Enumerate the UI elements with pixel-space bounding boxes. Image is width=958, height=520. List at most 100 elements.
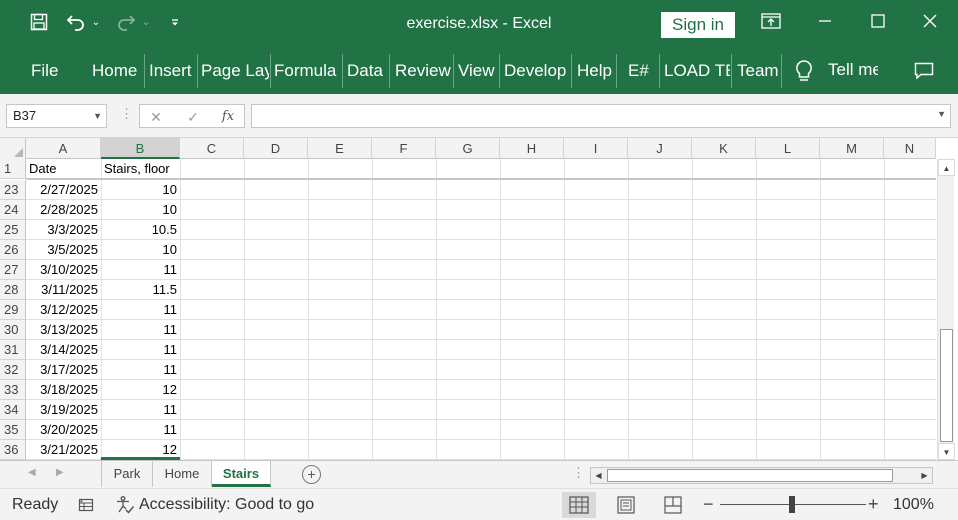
zoom-in-button[interactable]: + xyxy=(868,494,879,515)
lightbulb-icon[interactable] xyxy=(793,58,815,84)
close-icon[interactable] xyxy=(910,8,950,34)
tab-data[interactable]: Data xyxy=(347,60,387,82)
cell-a30[interactable]: 3/13/2025 xyxy=(26,320,101,340)
cell-b31[interactable]: 11 xyxy=(101,340,180,360)
cell-b28[interactable]: 11.5 xyxy=(101,280,180,300)
cell-b27[interactable]: 11 xyxy=(101,260,180,280)
row-header-28[interactable]: 28 xyxy=(0,280,26,300)
horizontal-scrollbar[interactable]: ◀ ▶ xyxy=(590,467,933,484)
tab-page-layout[interactable]: Page Lay xyxy=(201,60,269,82)
row-header-29[interactable]: 29 xyxy=(0,300,26,320)
column-header-k[interactable]: K xyxy=(692,138,756,159)
tab-review[interactable]: Review xyxy=(395,60,451,82)
cell-a27[interactable]: 3/10/2025 xyxy=(26,260,101,280)
vertical-scrollbar[interactable]: ▲ ▼ xyxy=(937,159,955,460)
accessibility-check-icon[interactable] xyxy=(114,494,136,516)
tab-team[interactable]: Team xyxy=(737,60,779,82)
cell-b35[interactable]: 11 xyxy=(101,420,180,440)
tab-view[interactable]: View xyxy=(458,60,498,82)
page-layout-view-icon[interactable] xyxy=(609,492,643,518)
accessibility-status[interactable]: Accessibility: Good to go xyxy=(139,496,314,514)
cell-b33[interactable]: 12 xyxy=(101,380,180,400)
name-box[interactable]: B37 ▼ xyxy=(6,104,107,128)
column-header-a[interactable]: A xyxy=(26,138,101,159)
cell-b26[interactable]: 10 xyxy=(101,240,180,260)
tab-home[interactable]: Home xyxy=(92,60,142,82)
cell-a25[interactable]: 3/3/2025 xyxy=(26,220,101,240)
row-header-27[interactable]: 27 xyxy=(0,260,26,280)
column-header-l[interactable]: L xyxy=(756,138,820,159)
row-header-24[interactable]: 24 xyxy=(0,200,26,220)
expand-formula-bar-icon[interactable]: ▼ xyxy=(937,109,946,119)
vertical-scroll-thumb[interactable] xyxy=(940,329,953,442)
row-header-1[interactable]: 1 xyxy=(0,159,26,179)
worksheet-grid[interactable]: A B C D E F G H I J K L M N 1 Date Stair… xyxy=(0,138,958,460)
column-header-m[interactable]: M xyxy=(820,138,884,159)
cell-a31[interactable]: 3/14/2025 xyxy=(26,340,101,360)
sheet-tab-stairs[interactable]: Stairs xyxy=(212,461,271,487)
column-header-i[interactable]: I xyxy=(564,138,628,159)
scroll-left-icon[interactable]: ◀ xyxy=(591,468,606,483)
maximize-icon[interactable] xyxy=(858,8,898,34)
ribbon-display-options-icon[interactable] xyxy=(751,8,791,34)
tab-help[interactable]: Help xyxy=(577,60,615,82)
cell-a24[interactable]: 2/28/2025 xyxy=(26,200,101,220)
tab-splitter-icon[interactable]: ⋮ xyxy=(572,465,585,481)
sheet-tab-park[interactable]: Park xyxy=(101,461,153,487)
cell-b29[interactable]: 11 xyxy=(101,300,180,320)
tab-load-test[interactable]: LOAD TE xyxy=(664,60,730,82)
cell-a32[interactable]: 3/17/2025 xyxy=(26,360,101,380)
cell-a36[interactable]: 3/21/2025 xyxy=(26,440,101,460)
next-sheet-icon[interactable]: ▶ xyxy=(56,467,64,478)
cell-a34[interactable]: 3/19/2025 xyxy=(26,400,101,420)
cell-a23[interactable]: 2/27/2025 xyxy=(26,180,101,200)
column-header-f[interactable]: F xyxy=(372,138,436,159)
page-break-preview-icon[interactable] xyxy=(656,492,690,518)
zoom-level[interactable]: 100% xyxy=(893,496,934,514)
formula-input[interactable]: ▼ xyxy=(251,104,951,128)
cell-b23[interactable]: 10 xyxy=(101,180,180,200)
column-header-n[interactable]: N xyxy=(884,138,936,159)
scroll-right-icon[interactable]: ▶ xyxy=(917,468,932,483)
row-header-31[interactable]: 31 xyxy=(0,340,26,360)
cell-b1[interactable]: Stairs, floor xyxy=(101,159,180,179)
zoom-out-button[interactable]: − xyxy=(703,494,714,515)
cell-a26[interactable]: 3/5/2025 xyxy=(26,240,101,260)
cell-a1[interactable]: Date xyxy=(26,159,101,179)
tab-insert[interactable]: Insert xyxy=(149,60,197,82)
minimize-icon[interactable] xyxy=(805,8,845,34)
cancel-edit-button[interactable]: ✕ xyxy=(144,107,168,127)
column-header-j[interactable]: J xyxy=(628,138,692,159)
row-header-36[interactable]: 36 xyxy=(0,440,26,460)
tab-file[interactable]: File xyxy=(31,60,71,82)
column-header-h[interactable]: H xyxy=(500,138,564,159)
tell-me-search[interactable]: Tell me xyxy=(828,59,878,81)
column-header-b[interactable]: B xyxy=(101,138,180,159)
scroll-down-icon[interactable]: ▼ xyxy=(938,443,955,460)
horizontal-scroll-thumb[interactable] xyxy=(607,469,893,482)
macro-recording-icon[interactable] xyxy=(76,495,96,515)
sign-in-button[interactable]: Sign in xyxy=(661,12,735,38)
row-header-32[interactable]: 32 xyxy=(0,360,26,380)
row-header-33[interactable]: 33 xyxy=(0,380,26,400)
column-header-d[interactable]: D xyxy=(244,138,308,159)
normal-view-icon[interactable] xyxy=(562,492,596,518)
comments-icon[interactable] xyxy=(912,59,936,83)
cell-a35[interactable]: 3/20/2025 xyxy=(26,420,101,440)
confirm-edit-button[interactable]: ✓ xyxy=(181,107,205,127)
column-header-e[interactable]: E xyxy=(308,138,372,159)
tab-e-sharp[interactable]: E# xyxy=(628,60,654,82)
select-all-button[interactable] xyxy=(0,138,26,159)
name-box-dropdown-icon[interactable]: ▼ xyxy=(93,105,102,127)
cell-b32[interactable]: 11 xyxy=(101,360,180,380)
cell-b25[interactable]: 10.5 xyxy=(101,220,180,240)
scroll-up-icon[interactable]: ▲ xyxy=(938,159,955,176)
insert-function-button[interactable]: fx xyxy=(216,107,240,127)
cell-a28[interactable]: 3/11/2025 xyxy=(26,280,101,300)
sheet-tab-home[interactable]: Home xyxy=(153,461,212,487)
cell-a33[interactable]: 3/18/2025 xyxy=(26,380,101,400)
zoom-slider-thumb[interactable] xyxy=(789,496,795,513)
row-header-26[interactable]: 26 xyxy=(0,240,26,260)
formula-bar-splitter-icon[interactable]: ⋮ xyxy=(120,106,133,122)
cell-b30[interactable]: 11 xyxy=(101,320,180,340)
